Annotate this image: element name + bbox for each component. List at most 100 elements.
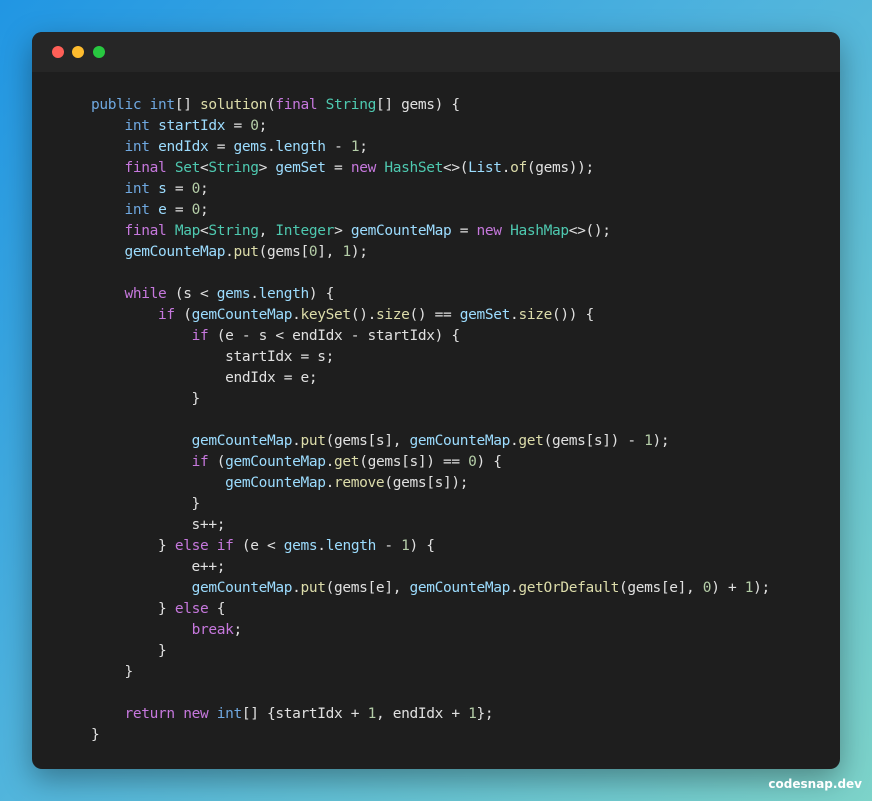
code-token-number: 1 [468,706,477,722]
code-token-default: . [250,286,259,302]
code-token-default: ( [174,307,192,323]
code-token-default [91,328,192,344]
code-token-keyword: break [191,622,234,638]
code-token-keyword: else [174,601,209,617]
code-line: if (gemCounteMap.get(gems[s]) == 0) { [91,452,770,473]
code-token-number: 1 [367,706,377,722]
code-line: } else { [91,599,770,620]
code-window: public int[] solution(final String[] gem… [32,32,840,769]
code-token-keyword: while [124,286,167,302]
code-token-default: ()) { [551,307,594,323]
code-token-storage: int [124,181,159,197]
code-token-storage: int [124,202,159,218]
code-token-keyword: return [124,706,184,722]
code-line: return new int[] {startIdx + 1, endIdx +… [91,704,770,725]
code-token-default [91,706,125,722]
code-token-number: 0 [702,580,712,596]
code-token-variable: length [325,538,377,554]
code-token-default [91,223,125,239]
code-token-variable: length [275,139,326,155]
code-token-variable: gemCounteMap [409,433,511,449]
code-token-type: HashMap [510,223,569,239]
code-token-default: ) { [476,454,502,470]
code-token-default [91,181,125,197]
code-token-default: } [91,664,134,680]
code-token-default: (gems[e], [618,580,703,596]
code-line: endIdx = e; [91,368,770,389]
code-token-variable: gems [283,538,318,554]
code-token-keyword: new [476,223,511,239]
code-line: if (e - s < endIdx - startIdx) { [91,326,770,347]
code-token-default: } [91,538,175,554]
code-token-default: ); [753,580,770,596]
code-token-keyword: if [191,328,209,344]
code-token-default: () == [409,307,460,323]
code-token-default: = [225,118,251,134]
code-line: } [91,662,770,683]
code-line: final Map<String, Integer> gemCounteMap … [91,221,770,242]
code-token-default: . [325,454,335,470]
code-token-function: size [518,307,552,323]
code-token-storage: public [91,97,150,113]
code-token-function: keySet [300,307,352,323]
code-token-keyword: final [124,160,175,176]
code-token-variable: gemCounteMap [191,307,293,323]
code-line: gemCounteMap.put(gems[s], gemCounteMap.g… [91,431,770,452]
code-token-default [91,454,192,470]
code-token-default: - [375,538,402,554]
code-token-default: . [317,538,326,554]
code-token-default: } [91,643,167,659]
code-token-default: (gems)); [526,160,594,176]
code-token-default [91,475,225,491]
code-token-number: 1 [744,580,754,596]
code-token-default: > [334,223,351,239]
code-token-default [91,307,158,323]
code-token-variable: List [468,160,502,176]
code-token-default: . [325,475,335,491]
code-token-type: Integer [275,223,335,239]
maximize-dot-icon[interactable] [93,46,105,58]
minimize-dot-icon[interactable] [72,46,84,58]
code-token-variable: gemCounteMap [225,475,326,491]
code-token-number: 1 [401,538,410,554]
code-token-default: (gems[s]) - [543,433,645,449]
code-token-function: getOrDefault [518,580,619,596]
code-token-default: [] [174,97,200,113]
code-token-default: ; [199,181,209,197]
code-line: } else if (e < gems.length - 1) { [91,536,770,557]
code-token-default: { [208,601,226,617]
code-token-default: , [258,223,276,239]
code-token-default: } [91,391,201,407]
code-token-default: ( [208,454,226,470]
code-token-default [91,202,125,218]
code-token-variable: gemSet [275,160,326,176]
code-token-default [91,160,125,176]
code-token-default: ) + [711,580,745,596]
close-dot-icon[interactable] [52,46,64,58]
code-token-default: (gems[e], [325,580,410,596]
code-token-default [91,580,192,596]
code-token-keyword: new [350,160,385,176]
code-token-default [91,244,125,260]
code-token-default: ], [317,244,343,260]
code-line: int s = 0; [91,179,770,200]
code-token-variable: gems [216,286,251,302]
code-token-function: put [300,580,326,596]
code-token-storage: int [149,97,175,113]
code-line: int endIdx = gems.length - 1; [91,137,770,158]
code-token-default: = [208,139,234,155]
code-line: while (s < gems.length) { [91,284,770,305]
code-token-default: = [166,181,192,197]
code-token-type: String [208,223,259,239]
code-token-default: (gems[s], [325,433,410,449]
code-token-default: (gems[s]) == [359,454,469,470]
code-token-default: (gems[s]); [384,475,469,491]
code-token-variable: length [258,286,310,302]
code-token-function: solution [199,97,267,113]
code-token-number: 0 [250,118,259,134]
code-token-type: Set [174,160,200,176]
code-line: break; [91,620,770,641]
code-token-default: startIdx = s; [91,349,335,365]
code-token-default: } [91,496,201,512]
